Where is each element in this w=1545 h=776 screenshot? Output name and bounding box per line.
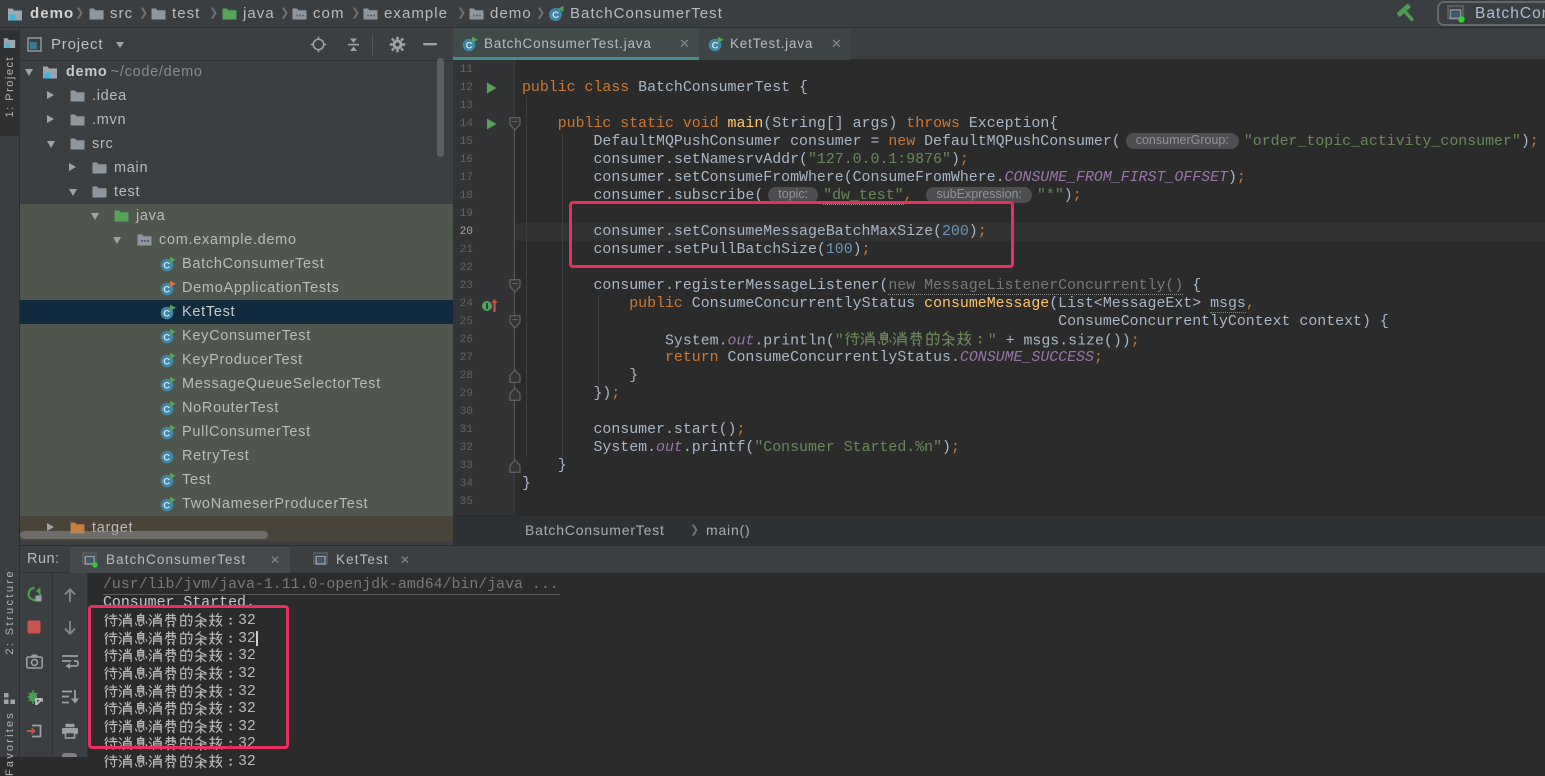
svg-text:C: C [163,405,171,416]
svg-text:C: C [163,501,171,512]
svg-text:C: C [712,41,719,52]
svg-text:C: C [163,333,171,344]
svg-text:C: C [163,309,171,320]
svg-text:C: C [163,285,171,296]
svg-text:C: C [163,357,171,368]
svg-text:C: C [552,10,559,21]
svg-text:C: C [163,381,171,392]
svg-text:C: C [163,453,171,464]
svg-text:C: C [163,429,171,440]
svg-text:C: C [466,41,473,52]
svg-text:C: C [163,261,171,272]
svg-text:C: C [163,477,171,488]
